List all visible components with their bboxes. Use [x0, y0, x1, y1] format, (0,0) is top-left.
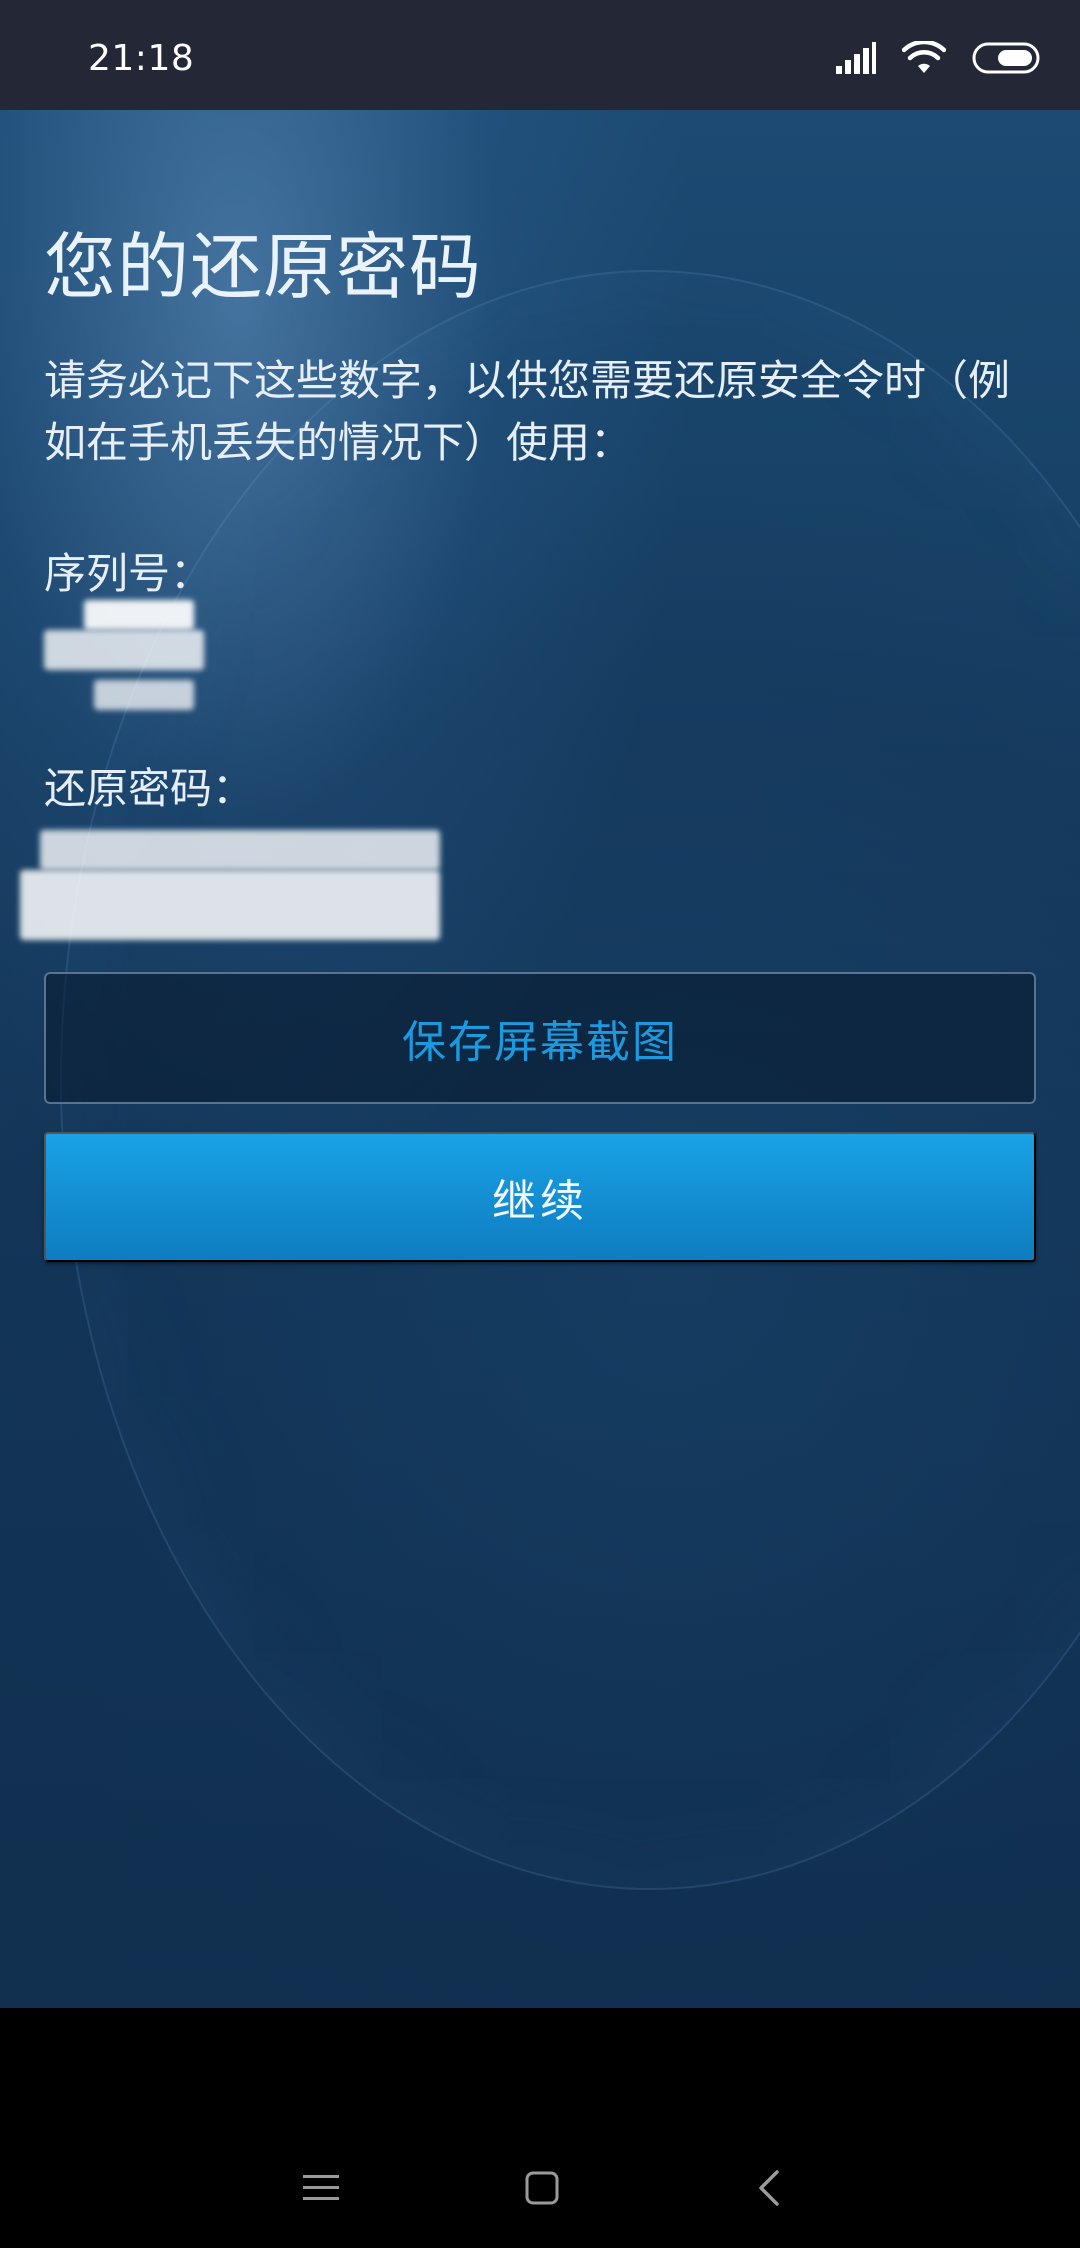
signal-icon	[836, 42, 876, 78]
restore-code-redacted	[20, 830, 440, 970]
home-icon[interactable]	[512, 2158, 572, 2218]
status-bar: 21:18	[0, 0, 1080, 110]
navigation-bar	[0, 2008, 1080, 2248]
status-time: 21:18	[88, 38, 195, 79]
serial-number-redacted	[44, 600, 344, 750]
redaction-mark	[84, 600, 194, 630]
redaction-mark	[40, 830, 440, 870]
redaction-mark	[94, 680, 194, 710]
instructions-text: 请务必记下这些数字，以供您需要还原安全令时（例如在手机丢失的情况下）使用：	[44, 356, 1011, 467]
redaction-mark	[20, 870, 440, 940]
continue-button[interactable]: 继续	[44, 1132, 1036, 1262]
restore-code-screen: 您的还原密码 请务必记下这些数字，以供您需要还原安全令时（例如在手机丢失的情况下…	[0, 110, 1080, 2008]
menu-icon[interactable]	[291, 2158, 351, 2218]
page-title: 您的还原密码	[44, 225, 483, 309]
battery-icon	[972, 42, 1042, 78]
status-icons	[836, 39, 1042, 80]
save-screenshot-button[interactable]: 保存屏幕截图	[44, 972, 1036, 1104]
serial-number-label: 序列号：	[44, 549, 213, 598]
restore-code-label: 还原密码：	[44, 764, 255, 813]
wifi-icon	[901, 39, 947, 79]
back-icon[interactable]	[740, 2158, 800, 2218]
redaction-mark	[44, 630, 204, 670]
